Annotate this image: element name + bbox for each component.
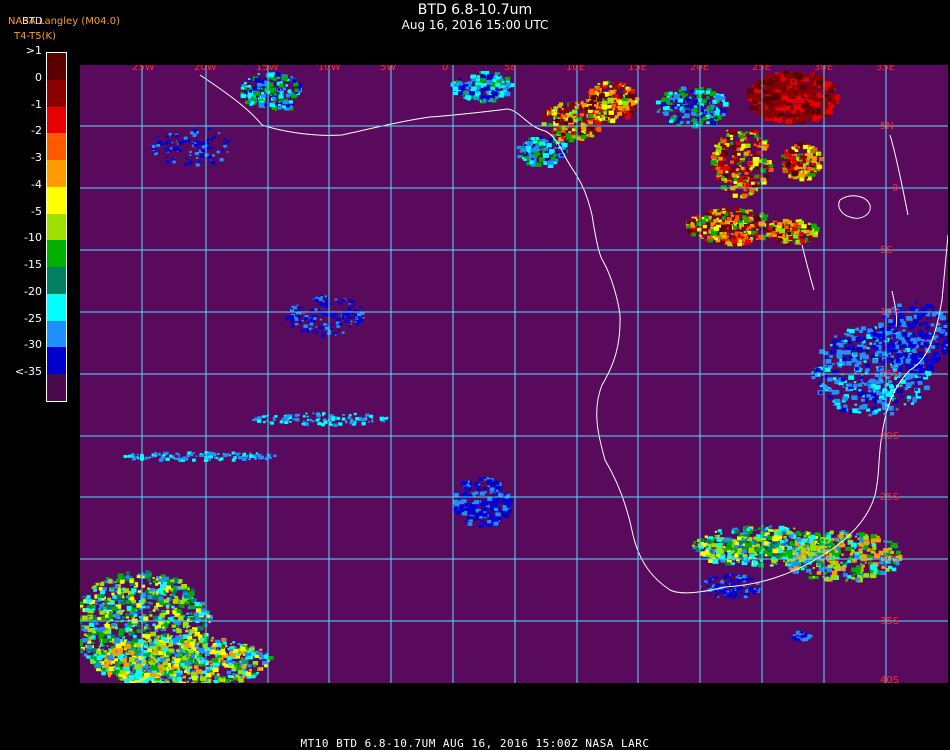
- lat-label: 5N: [880, 121, 894, 132]
- lon-label: 5W: [380, 65, 396, 73]
- legend-label: -5: [31, 204, 42, 218]
- longitude-labels: 25W 20W 15W 10W 5W 0 5E 10E 15E 20E 25E 30E 35E: [132, 62, 895, 73]
- lat-label: 40S: [880, 675, 899, 683]
- lat-label: 35S: [880, 616, 899, 627]
- legend-swatch: [47, 79, 66, 108]
- legend-label: -25: [24, 311, 42, 325]
- lat-label: 0: [892, 183, 898, 194]
- formula-label: T4-T5(K): [14, 31, 56, 42]
- lake-victoria: [838, 195, 871, 219]
- legend-swatch: [47, 213, 66, 241]
- lon-label: 15W: [256, 65, 279, 73]
- lon-label: 35E: [876, 65, 895, 73]
- lon-label: 10W: [318, 65, 341, 73]
- satellite-map: 25W 20W 15W 10W 5W 0 5E 10E 15E 20E 25E 30E 35E 5N 0 5…: [69, 62, 950, 688]
- lat-label: 20S: [880, 431, 899, 442]
- legend-label: 0: [35, 70, 42, 84]
- coastline-layer: [199, 74, 949, 594]
- lon-label: 25E: [752, 65, 771, 73]
- legend-swatch: [47, 374, 66, 402]
- legend-label: -3: [31, 151, 42, 165]
- map-timestamp: Aug 16, 2016 15:00 UTC: [401, 18, 549, 32]
- map-title: BTD 6.8-10.7um: [417, 2, 533, 18]
- lon-label: 20E: [690, 65, 709, 73]
- legend-swatch: [47, 293, 66, 322]
- legend-label: -15: [24, 258, 42, 272]
- lon-label: 20W: [194, 65, 217, 73]
- lat-label: 10S: [880, 307, 899, 318]
- lake-tanganyika: [801, 244, 815, 291]
- east-border: [889, 134, 909, 216]
- legend-label: -20: [24, 284, 42, 298]
- legend-label: >1: [25, 44, 42, 57]
- legend-swatch: [47, 267, 66, 295]
- map-canvas: 25W 20W 15W 10W 5W 0 5E 10E 15E 20E 25E 30E 35E 5N 0 5…: [69, 62, 950, 688]
- lon-label: 15E: [628, 65, 647, 73]
- legend-label: <-35: [14, 365, 42, 379]
- legend-swatch: [47, 106, 66, 134]
- legend-swatch: [47, 53, 66, 81]
- lon-label: 25W: [132, 65, 155, 73]
- lon-label: 5E: [504, 65, 517, 73]
- legend-swatch: [47, 320, 66, 348]
- legend-label: -10: [24, 231, 42, 245]
- lat-label: 25S: [880, 492, 899, 503]
- legend-swatch: [47, 133, 66, 161]
- lon-label: 10E: [566, 65, 585, 73]
- color-legend: [46, 52, 67, 402]
- legend-label: -2: [31, 124, 42, 138]
- lon-label: 0: [442, 65, 448, 73]
- product-label: BTD: [22, 16, 43, 27]
- lat-label: 30S: [880, 554, 899, 565]
- lon-label: 30E: [814, 65, 833, 73]
- legend-label: -30: [24, 338, 42, 352]
- legend-label: -4: [31, 177, 42, 191]
- legend-label: -1: [31, 97, 42, 111]
- lat-label: 15S: [880, 369, 899, 380]
- legend-swatch: [47, 347, 66, 375]
- lat-label: 5S: [880, 245, 893, 256]
- cloud-layer: [70, 70, 950, 688]
- legend-swatch: [47, 160, 66, 188]
- legend-swatch: [47, 186, 66, 215]
- status-footer: MT10 BTD 6.8-10.7UM AUG 16, 2016 15:00Z …: [300, 737, 650, 750]
- legend-swatch: [47, 240, 66, 268]
